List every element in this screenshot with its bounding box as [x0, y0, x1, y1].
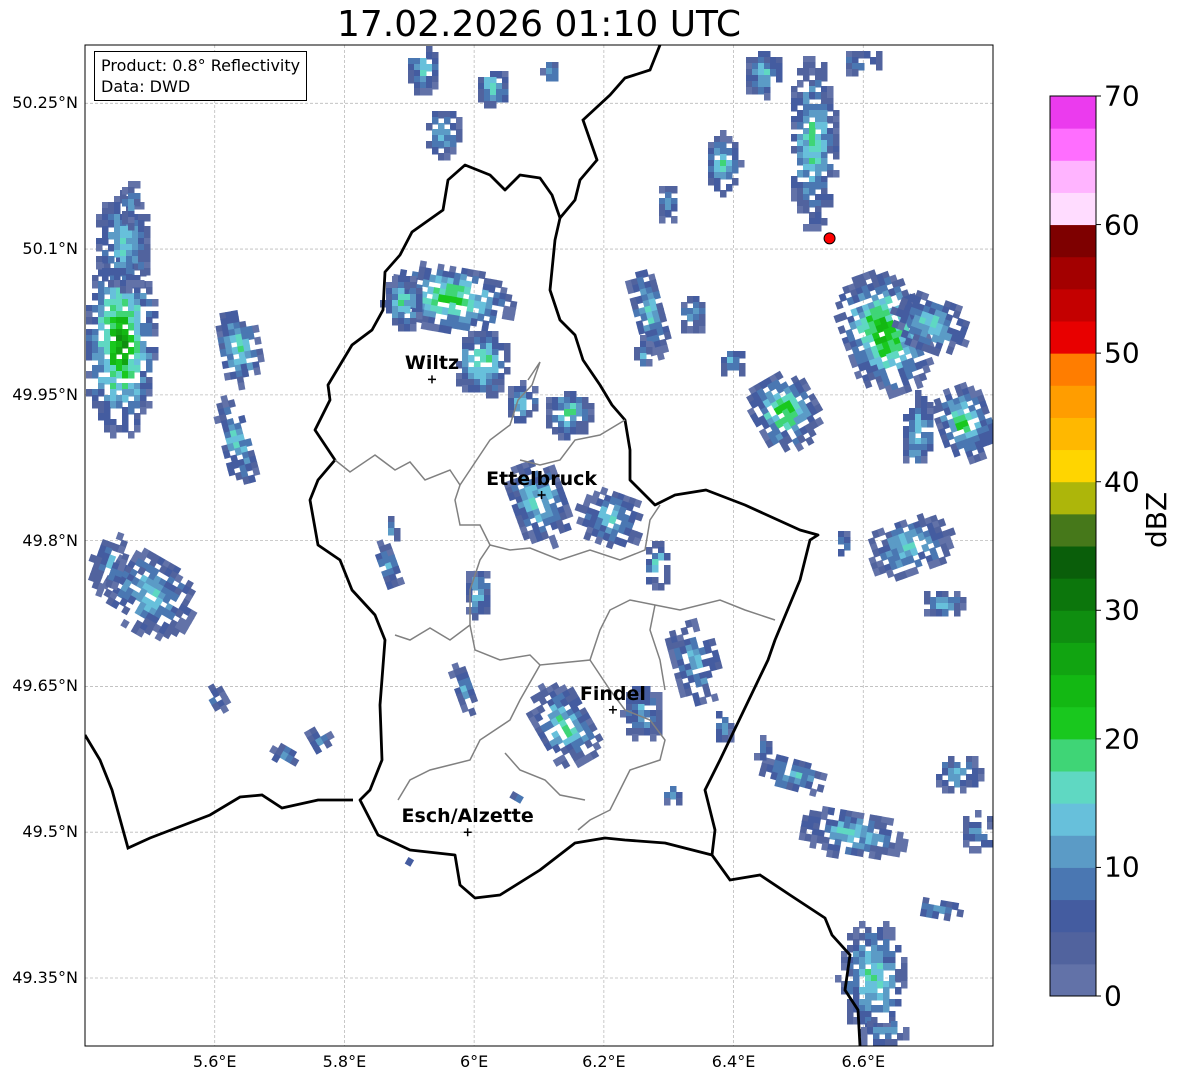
- colorbar-segment: [1050, 706, 1096, 740]
- colorbar-segment: [1050, 385, 1096, 418]
- colorbar-tick-label: 20: [1104, 722, 1140, 756]
- colorbar: [1049, 95, 1101, 997]
- colorbar-tick-label: 70: [1104, 79, 1140, 113]
- colorbar-segment: [1050, 192, 1096, 226]
- lon-tick-label: 5.8°E: [322, 1052, 367, 1071]
- colorbar-tick-label: 60: [1104, 208, 1140, 242]
- colorbar-segment: [1050, 867, 1096, 901]
- radar-site-marker: [823, 232, 836, 245]
- colorbar-segment: [1050, 224, 1096, 258]
- lon-tick-label: 6°E: [459, 1052, 489, 1071]
- colorbar-segment: [1050, 321, 1096, 354]
- colorbar-tick-label: 50: [1104, 336, 1140, 370]
- colorbar-segment: [1050, 353, 1096, 386]
- colorbar-segment: [1050, 771, 1096, 804]
- lon-tick-label: 6.6°E: [841, 1052, 886, 1071]
- radar-map: [0, 0, 1184, 1081]
- lat-tick-label: 49.35°N: [12, 967, 78, 987]
- precip-cell: [924, 591, 967, 617]
- map-svg: [84, 44, 1101, 1047]
- lat-tick-label: 50.25°N: [12, 93, 78, 113]
- city-label: Ettelbruck: [486, 467, 598, 490]
- colorbar-segment: [1050, 481, 1096, 515]
- colorbar-tick-label: 0: [1104, 979, 1122, 1013]
- city-label: Esch/Alzette: [401, 805, 534, 828]
- colorbar-segment: [1050, 578, 1096, 611]
- colorbar-segment: [1050, 610, 1096, 643]
- colorbar-segment: [1050, 128, 1096, 161]
- colorbar-segment: [1050, 835, 1096, 868]
- colorbar-segment: [1050, 803, 1096, 836]
- colorbar-segment: [1050, 449, 1096, 483]
- colorbar-segment: [1050, 963, 1096, 997]
- colorbar-segment: [1050, 417, 1096, 451]
- lon-tick-label: 5.6°E: [192, 1052, 237, 1071]
- colorbar-segment: [1050, 674, 1096, 708]
- lat-tick-label: 49.65°N: [12, 676, 78, 696]
- lat-tick-label: 49.8°N: [22, 530, 78, 550]
- data-source-label: Data: DWD: [101, 77, 191, 96]
- colorbar-label: dBZ: [1140, 491, 1173, 548]
- map-title: 17.02.2026 01:10 UTC: [336, 4, 742, 45]
- colorbar-segment: [1050, 738, 1096, 772]
- colorbar-segment: [1050, 931, 1096, 965]
- colorbar-segment: [1050, 513, 1096, 547]
- colorbar-segment: [1050, 96, 1096, 129]
- colorbar-segment: [1050, 288, 1096, 322]
- lat-tick-label: 49.5°N: [22, 822, 78, 842]
- lat-tick-label: 50.1°N: [22, 239, 78, 259]
- precip-cell: [546, 391, 595, 441]
- colorbar-segment: [1050, 160, 1096, 193]
- colorbar-segment: [1050, 899, 1096, 933]
- product-label: Product: 0.8° Reflectivity: [101, 56, 301, 75]
- colorbar-tick-label: 30: [1104, 593, 1140, 627]
- lon-tick-label: 6.4°E: [711, 1052, 756, 1071]
- colorbar-tick-label: 10: [1104, 850, 1140, 884]
- colorbar-tick-label: 40: [1104, 465, 1140, 499]
- colorbar-segment: [1050, 546, 1096, 579]
- colorbar-segment: [1050, 642, 1096, 676]
- city-label: Findel: [579, 682, 646, 705]
- colorbar-segment: [1050, 256, 1096, 290]
- info-box: Product: 0.8° Reflectivity Data: DWD: [94, 51, 308, 101]
- lon-tick-label: 6.2°E: [582, 1052, 626, 1071]
- lat-tick-label: 49.95°N: [12, 384, 78, 404]
- city-label: Wiltz: [404, 352, 460, 375]
- map-background: [85, 45, 993, 1046]
